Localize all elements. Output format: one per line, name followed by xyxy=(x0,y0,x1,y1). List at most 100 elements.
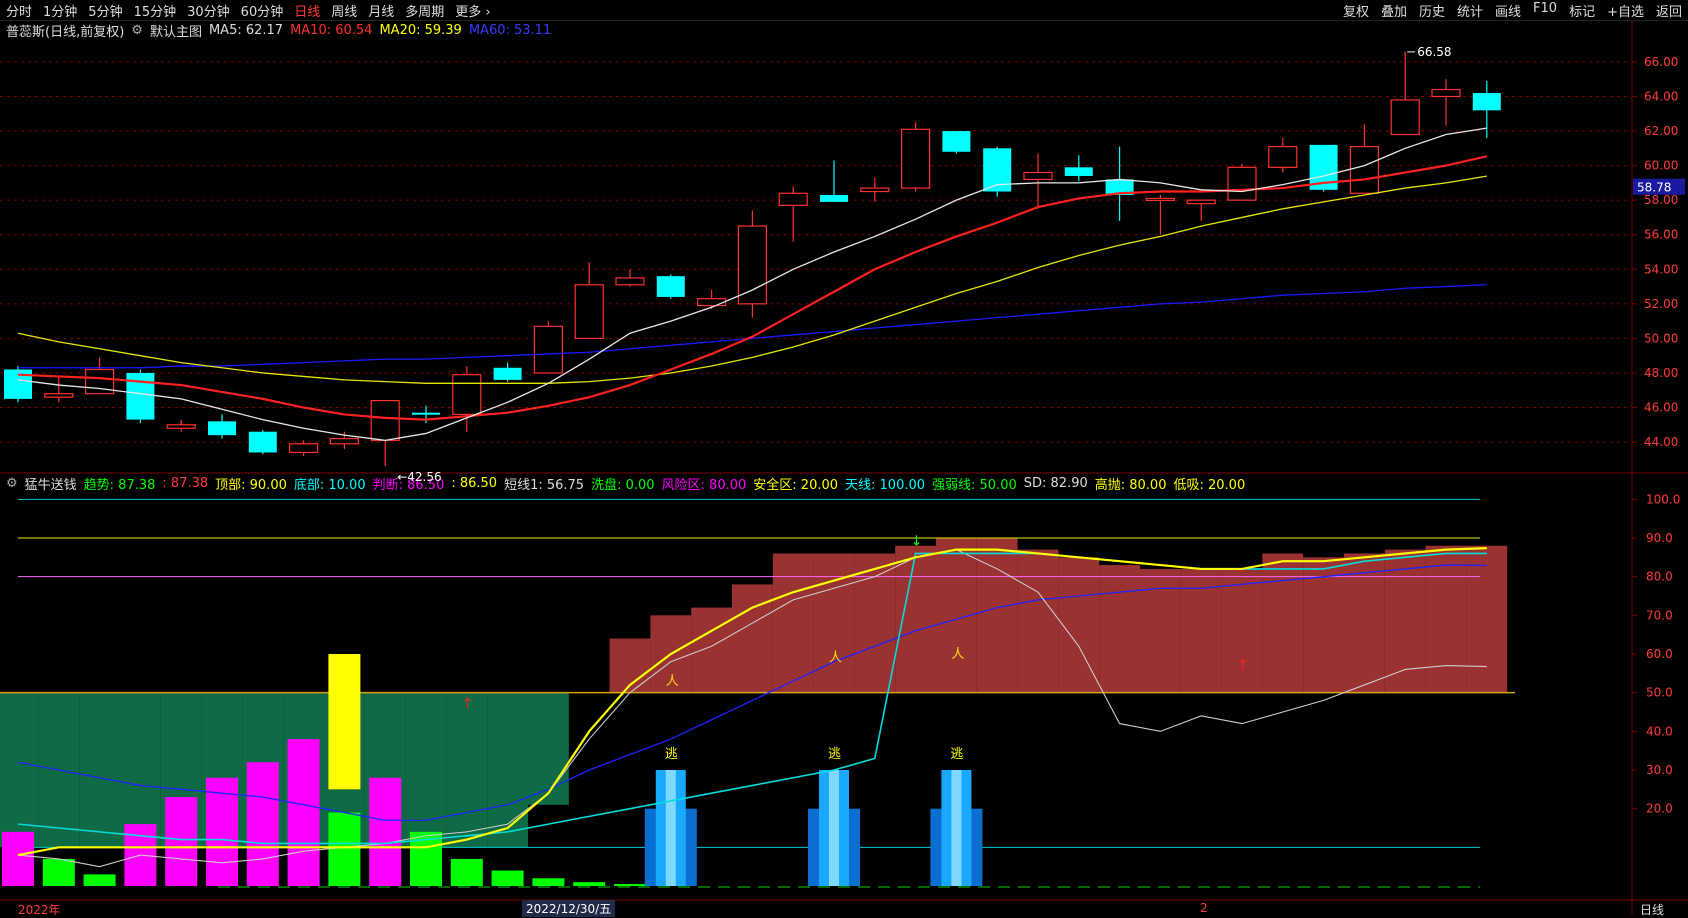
candle-body xyxy=(574,284,604,340)
candle-body xyxy=(900,128,931,189)
current-price-label: 58.78 xyxy=(1637,181,1671,195)
y-tick-label: 52.00 xyxy=(1644,297,1678,311)
candle-body xyxy=(44,393,74,398)
band-safe xyxy=(405,692,447,848)
green-bar xyxy=(42,858,75,886)
y-tick-label: 54.00 xyxy=(1644,262,1678,276)
down-arrow: ↓ xyxy=(911,534,923,550)
date-label-left: 2022年 xyxy=(18,903,61,917)
band-risk xyxy=(1384,549,1426,693)
candle-body xyxy=(1349,145,1380,194)
band-safe xyxy=(79,692,120,848)
green-bar xyxy=(328,812,361,886)
band-risk xyxy=(732,584,773,693)
candle-body xyxy=(820,194,848,202)
y-tick-label: 58.00 xyxy=(1644,193,1678,207)
escape-bar-core xyxy=(829,770,839,886)
magenta-bar xyxy=(287,739,320,886)
y-tick-label: 60.0 xyxy=(1646,647,1673,661)
y-tick-label: 66.00 xyxy=(1644,55,1678,69)
y-tick-label: 60.00 xyxy=(1644,159,1678,173)
y-tick-label: 40.0 xyxy=(1646,724,1673,738)
candle-body xyxy=(493,367,522,380)
y-tick-label: 62.00 xyxy=(1644,124,1678,138)
y-tick-label: 44.00 xyxy=(1644,435,1678,449)
band-risk xyxy=(854,553,896,693)
y-tick-label: 64.00 xyxy=(1644,89,1678,103)
candle-body xyxy=(370,400,400,441)
band-safe xyxy=(528,692,569,805)
candle-body xyxy=(656,276,685,297)
candle-body xyxy=(208,421,236,436)
candle-body xyxy=(452,374,482,416)
date-label-right: 2 xyxy=(1200,901,1208,915)
band-risk xyxy=(813,553,855,693)
period-label: 日线 xyxy=(1640,903,1665,917)
band-risk xyxy=(1425,545,1467,693)
band-risk xyxy=(1140,568,1181,693)
escape-label: 逃 xyxy=(950,747,963,762)
candle-body xyxy=(1064,167,1093,176)
candle-body xyxy=(696,298,727,307)
low-price-label: ←42.56 xyxy=(397,470,441,484)
green-bar xyxy=(614,884,646,887)
candle-body xyxy=(615,277,645,286)
candle-body xyxy=(1227,166,1257,201)
band-risk xyxy=(1262,553,1304,693)
escape-label: 逃 xyxy=(665,747,678,762)
high-price-label: 66.58 xyxy=(1417,45,1451,59)
candle-body xyxy=(533,325,564,374)
band-risk xyxy=(976,538,1018,693)
up-arrow: ↑ xyxy=(462,696,474,712)
band-risk xyxy=(691,607,732,693)
candle-body xyxy=(1431,88,1461,98)
y-tick-label: 48.00 xyxy=(1644,366,1678,380)
band-risk xyxy=(895,545,936,693)
y-tick-label: 90.0 xyxy=(1646,531,1673,545)
candle-body xyxy=(1268,145,1298,168)
candle-body xyxy=(860,187,890,193)
band-risk xyxy=(1221,568,1263,693)
date-label-cursor: 2022/12/30/五 xyxy=(522,900,616,917)
y-tick-label: 30.0 xyxy=(1646,763,1673,777)
escape-bar-core xyxy=(951,770,962,886)
green-bar xyxy=(83,874,116,886)
green-bar xyxy=(573,882,606,886)
candle-body xyxy=(4,369,32,399)
band-risk xyxy=(1099,565,1140,693)
candle-body xyxy=(737,225,768,305)
y-tick-label: 50.0 xyxy=(1646,686,1673,700)
candle-body xyxy=(412,412,440,415)
band-risk xyxy=(772,553,814,693)
y-tick-label: 70.0 xyxy=(1646,608,1673,622)
up-arrow: ↑ xyxy=(1237,657,1249,673)
candle-body xyxy=(1390,99,1420,136)
escape-bar-core xyxy=(665,770,676,886)
magenta-bar xyxy=(246,762,279,886)
green-bar xyxy=(491,870,524,886)
candle-body xyxy=(1145,197,1176,202)
candle-body xyxy=(942,131,971,152)
y-tick-label: 100.0 xyxy=(1646,492,1680,506)
price-chart[interactable]: 66.00 64.00 62.00 60.00 58.00 56.00 54.00 52.00… xyxy=(0,0,1688,915)
candle-body xyxy=(1186,199,1216,205)
y-tick-label: 56.00 xyxy=(1644,228,1678,242)
candle-body xyxy=(1472,93,1501,111)
candle-body xyxy=(289,443,319,454)
magenta-bar xyxy=(165,797,198,886)
escape-label: 逃 xyxy=(828,747,841,762)
candle-body xyxy=(166,424,196,429)
candle-body xyxy=(248,431,277,453)
y-tick-label: 20.0 xyxy=(1646,802,1673,816)
band-safe xyxy=(446,692,488,848)
candle-body xyxy=(1023,171,1053,181)
y-tick-label: 46.00 xyxy=(1644,401,1678,415)
y-tick-label: 50.00 xyxy=(1644,331,1678,345)
green-bar xyxy=(450,858,483,886)
yellow-bar xyxy=(328,654,361,790)
buy-marker: 人 xyxy=(951,647,964,662)
band-risk xyxy=(1466,545,1508,693)
green-bar xyxy=(532,878,565,886)
magenta-bar xyxy=(2,831,34,886)
y-tick-label: 80.0 xyxy=(1646,570,1673,584)
